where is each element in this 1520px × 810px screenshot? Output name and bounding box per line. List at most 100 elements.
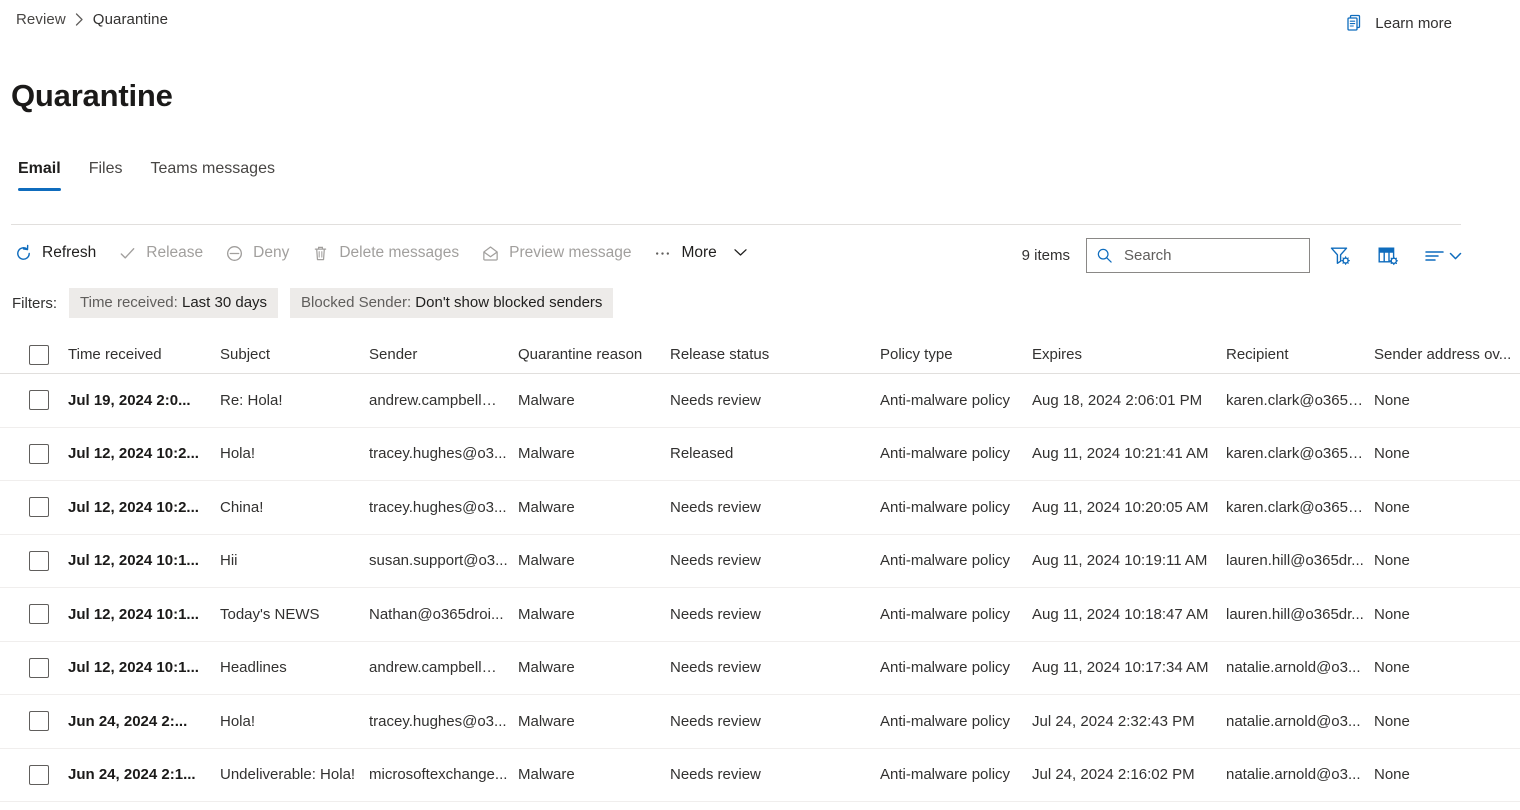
column-header-subject[interactable]: Subject xyxy=(220,346,369,363)
row-checkbox[interactable] xyxy=(29,497,49,517)
breadcrumb: Review Quarantine xyxy=(16,11,168,28)
tab-teams-messages[interactable]: Teams messages xyxy=(150,160,289,191)
row-checkbox[interactable] xyxy=(29,765,49,785)
cell-expires: Aug 11, 2024 10:19:11 AM xyxy=(1032,552,1226,569)
tab-files[interactable]: Files xyxy=(89,160,137,191)
filter-pill-key: Time received: xyxy=(80,294,182,311)
column-header-quarantine-reason[interactable]: Quarantine reason xyxy=(518,346,670,363)
cell-sender: tracey.hughes@o3... xyxy=(369,713,518,730)
cell-subject: Today's NEWS xyxy=(220,606,369,623)
cell-sender: tracey.hughes@o3... xyxy=(369,499,518,516)
check-icon xyxy=(118,244,137,263)
column-header-expires[interactable]: Expires xyxy=(1032,346,1226,363)
row-checkbox[interactable] xyxy=(29,551,49,571)
column-header-recipient[interactable]: Recipient xyxy=(1226,346,1374,363)
cell-quarantine-reason: Malware xyxy=(518,445,670,462)
breadcrumb-item-review[interactable]: Review xyxy=(16,11,66,28)
filters-bar: Filters: Time received: Last 30 days Blo… xyxy=(12,288,613,318)
filter-pill-blocked-sender[interactable]: Blocked Sender: Don't show blocked sende… xyxy=(290,288,613,318)
table-row[interactable]: Jul 12, 2024 10:1...Hiisusan.support@o3.… xyxy=(0,535,1520,589)
cell-sender: microsoftexchange... xyxy=(369,766,518,783)
table-row[interactable]: Jul 12, 2024 10:1...Headlinesandrew.camp… xyxy=(0,642,1520,696)
cell-recipient: karen.clark@o365d... xyxy=(1226,445,1374,462)
select-all-cell xyxy=(0,345,68,365)
cell-sender-address-override: None xyxy=(1374,766,1520,783)
cell-recipient: karen.clark@o365d... xyxy=(1226,499,1374,516)
tab-email[interactable]: Email xyxy=(18,160,75,191)
table-row[interactable]: Jul 19, 2024 2:0...Re: Hola!andrew.campb… xyxy=(0,374,1520,428)
table-row[interactable]: Jun 24, 2024 2:...Hola!tracey.hughes@o3.… xyxy=(0,695,1520,749)
cell-release-status: Needs review xyxy=(670,392,880,409)
cell-expires: Aug 11, 2024 10:21:41 AM xyxy=(1032,445,1226,462)
cell-subject: China! xyxy=(220,499,369,516)
cell-quarantine-reason: Malware xyxy=(518,392,670,409)
cell-release-status: Needs review xyxy=(670,713,880,730)
release-label: Release xyxy=(146,244,203,262)
cell-policy-type: Anti-malware policy xyxy=(880,659,1032,676)
cell-recipient: karen.clark@o365d... xyxy=(1226,392,1374,409)
cell-time-received: Jul 12, 2024 10:1... xyxy=(68,659,220,676)
row-checkbox[interactable] xyxy=(29,604,49,624)
row-select-cell xyxy=(0,551,68,571)
learn-more-link[interactable]: Learn more xyxy=(1345,13,1452,33)
refresh-label: Refresh xyxy=(42,244,96,262)
filter-pill-key: Blocked Sender: xyxy=(301,294,415,311)
preview-message-button[interactable]: Preview message xyxy=(481,244,631,263)
cell-time-received: Jul 12, 2024 10:1... xyxy=(68,552,220,569)
column-header-release-status[interactable]: Release status xyxy=(670,346,880,363)
row-checkbox[interactable] xyxy=(29,390,49,410)
more-button[interactable]: More xyxy=(653,244,746,263)
select-all-checkbox[interactable] xyxy=(29,345,49,365)
delete-messages-label: Delete messages xyxy=(339,244,459,262)
deny-label: Deny xyxy=(253,244,289,262)
column-header-sender-address-override[interactable]: Sender address ov... xyxy=(1374,346,1520,363)
cell-policy-type: Anti-malware policy xyxy=(880,713,1032,730)
refresh-icon xyxy=(14,244,33,263)
cell-policy-type: Anti-malware policy xyxy=(880,392,1032,409)
row-checkbox[interactable] xyxy=(29,658,49,678)
cell-quarantine-reason: Malware xyxy=(518,766,670,783)
cell-sender-address-override: None xyxy=(1374,659,1520,676)
release-button[interactable]: Release xyxy=(118,244,203,263)
search-box[interactable] xyxy=(1086,238,1310,273)
column-header-time-received[interactable]: Time received xyxy=(68,346,220,363)
table-row[interactable]: Jul 12, 2024 10:2...Hola!tracey.hughes@o… xyxy=(0,428,1520,482)
envelope-icon xyxy=(481,244,500,263)
group-sort-icon[interactable] xyxy=(1424,247,1464,265)
cell-subject: Hii xyxy=(220,552,369,569)
row-checkbox[interactable] xyxy=(29,711,49,731)
refresh-button[interactable]: Refresh xyxy=(14,244,96,263)
filter-settings-icon[interactable] xyxy=(1328,244,1352,268)
block-icon xyxy=(225,244,244,263)
filter-pill-time-received[interactable]: Time received: Last 30 days xyxy=(69,288,278,318)
cell-quarantine-reason: Malware xyxy=(518,552,670,569)
cell-time-received: Jul 12, 2024 10:2... xyxy=(68,499,220,516)
breadcrumb-item-quarantine[interactable]: Quarantine xyxy=(93,11,168,28)
column-options-icon[interactable] xyxy=(1376,244,1400,268)
delete-messages-button[interactable]: Delete messages xyxy=(311,244,459,263)
column-header-sender[interactable]: Sender xyxy=(369,346,518,363)
table-row[interactable]: Jun 24, 2024 2:1...Undeliverable: Hola!m… xyxy=(0,749,1520,803)
row-checkbox[interactable] xyxy=(29,444,49,464)
column-header-policy-type[interactable]: Policy type xyxy=(880,346,1032,363)
learn-more-label: Learn more xyxy=(1375,15,1452,32)
filter-pill-value: Last 30 days xyxy=(182,294,267,311)
filters-label: Filters: xyxy=(12,295,57,312)
search-input[interactable] xyxy=(1122,246,1300,265)
table-row[interactable]: Jul 12, 2024 10:1...Today's NEWSNathan@o… xyxy=(0,588,1520,642)
cell-quarantine-reason: Malware xyxy=(518,713,670,730)
row-select-cell xyxy=(0,658,68,678)
cell-subject: Undeliverable: Hola! xyxy=(220,766,369,783)
cell-sender-address-override: None xyxy=(1374,392,1520,409)
cell-recipient: natalie.arnold@o3... xyxy=(1226,659,1374,676)
table-row[interactable]: Jul 12, 2024 10:2...China!tracey.hughes@… xyxy=(0,481,1520,535)
cell-expires: Aug 11, 2024 10:18:47 AM xyxy=(1032,606,1226,623)
cell-time-received: Jul 19, 2024 2:0... xyxy=(68,392,220,409)
cell-sender: andrew.campbell@... xyxy=(369,392,518,409)
cell-sender-address-override: None xyxy=(1374,713,1520,730)
cell-release-status: Needs review xyxy=(670,499,880,516)
row-select-cell xyxy=(0,390,68,410)
pages-icon xyxy=(1345,13,1365,33)
deny-button[interactable]: Deny xyxy=(225,244,289,263)
cell-release-status: Needs review xyxy=(670,552,880,569)
